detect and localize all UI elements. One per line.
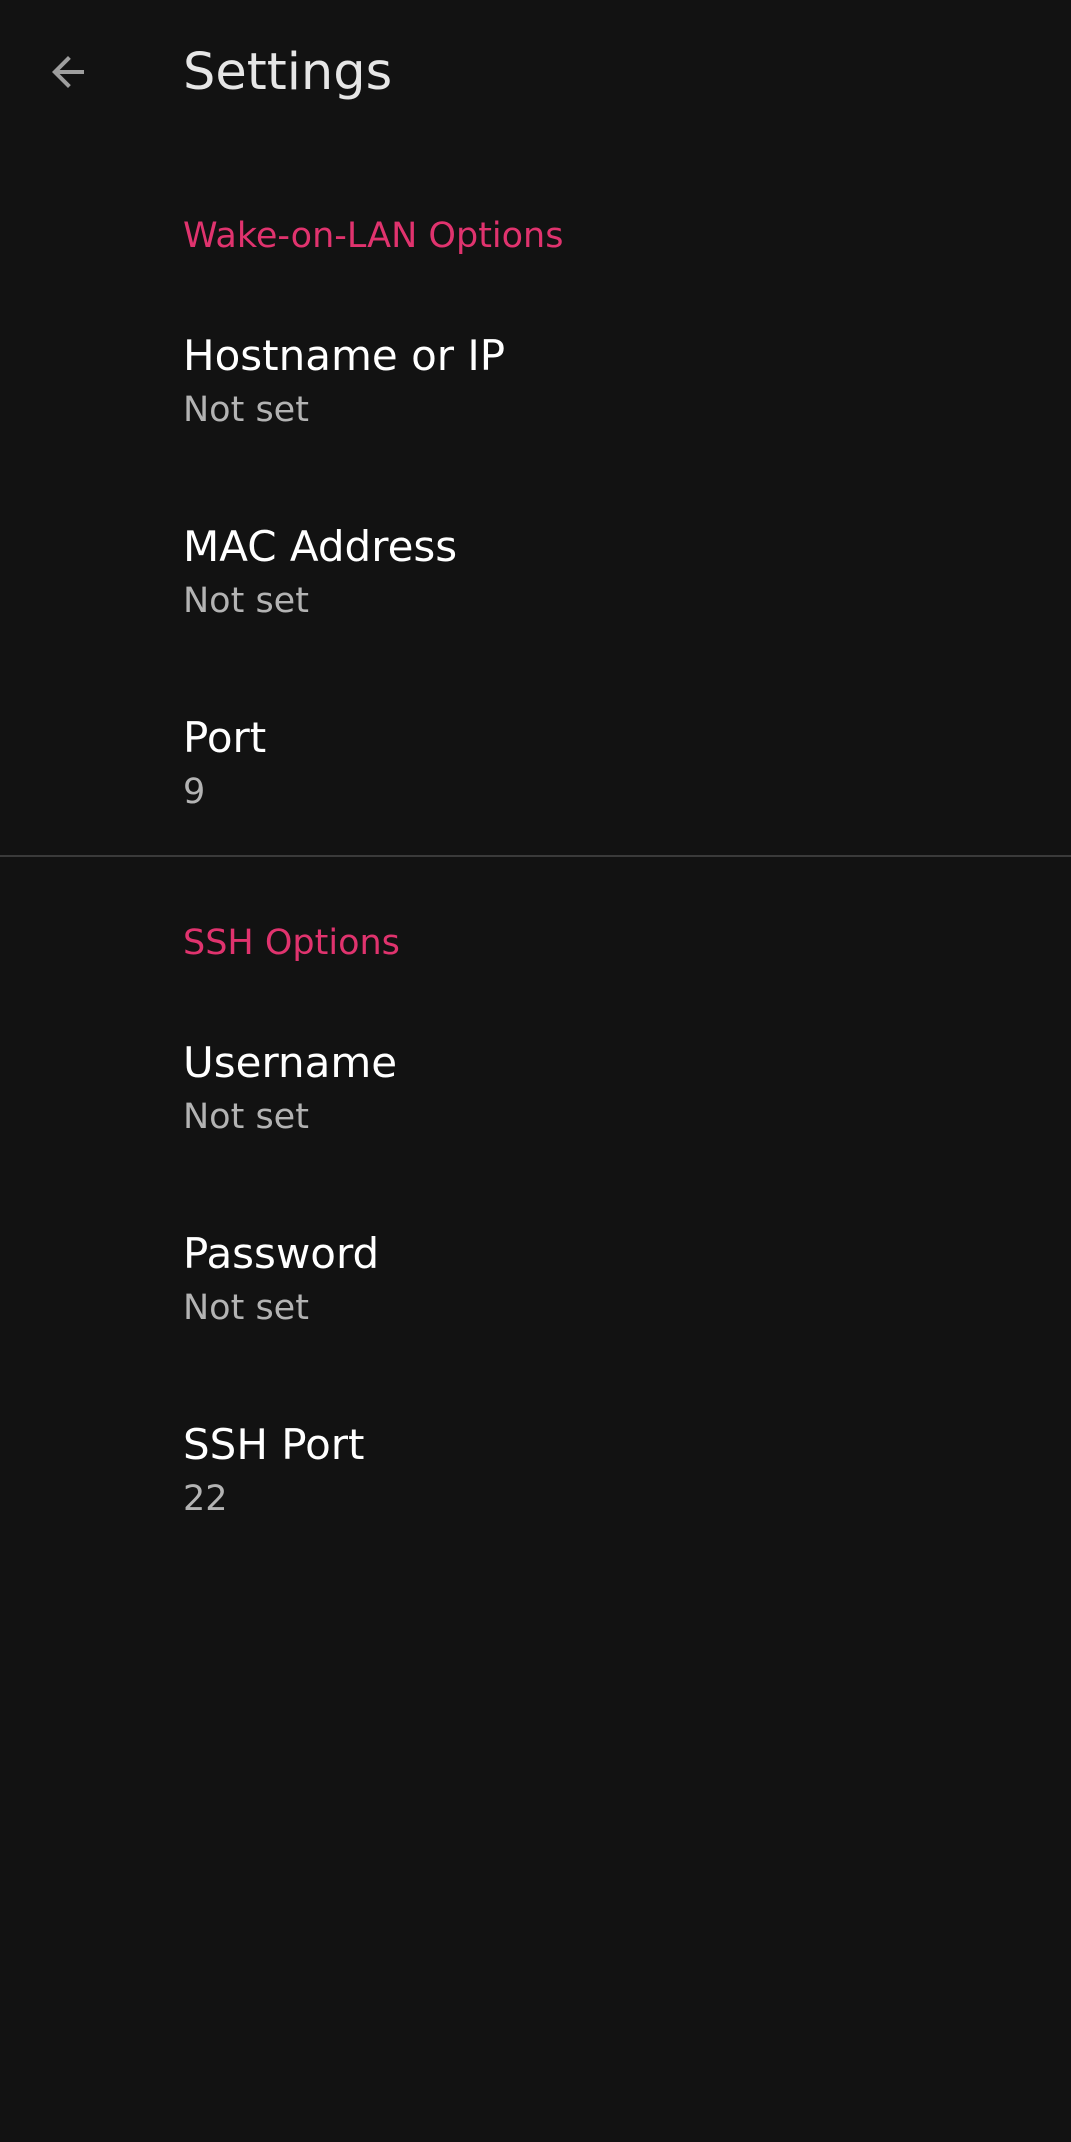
pref-password[interactable]: Password Not set: [0, 1198, 1071, 1389]
pref-hostname[interactable]: Hostname or IP Not set: [0, 300, 1071, 491]
page-title: Settings: [183, 43, 393, 102]
pref-summary: Not set: [183, 390, 309, 430]
section-header-ssh: SSH Options: [183, 923, 400, 963]
pref-title: MAC Address: [183, 522, 458, 571]
section-header-wake-on-lan: Wake-on-LAN Options: [183, 216, 564, 256]
app-bar: Settings: [0, 0, 1071, 150]
arrow-back-icon: [52, 56, 84, 88]
pref-port[interactable]: Port 9: [0, 682, 1071, 873]
pref-username[interactable]: Username Not set: [0, 1007, 1071, 1198]
pref-title: Username: [183, 1038, 398, 1087]
pref-summary: Not set: [183, 1288, 309, 1328]
pref-summary: Not set: [183, 581, 309, 621]
pref-summary: Not set: [183, 1097, 309, 1137]
pref-summary: 22: [183, 1479, 228, 1519]
pref-title: SSH Port: [183, 1420, 365, 1469]
pref-summary: 9: [183, 772, 206, 812]
pref-ssh-port[interactable]: SSH Port 22: [0, 1389, 1071, 1580]
pref-title: Hostname or IP: [183, 331, 506, 380]
back-button[interactable]: [24, 28, 112, 116]
pref-mac-address[interactable]: MAC Address Not set: [0, 491, 1071, 682]
pref-title: Port: [183, 713, 267, 762]
section-divider: [0, 855, 1071, 857]
pref-title: Password: [183, 1229, 380, 1278]
